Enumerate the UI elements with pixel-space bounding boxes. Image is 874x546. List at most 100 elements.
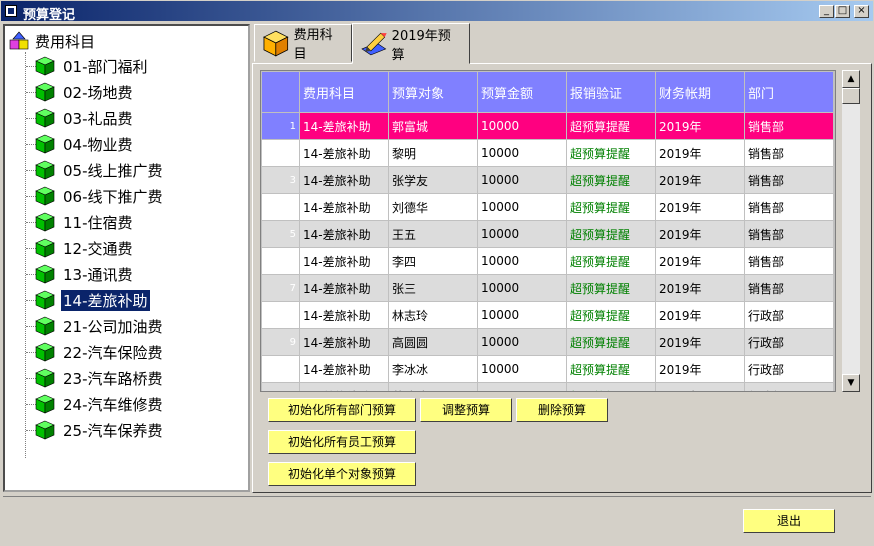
column-header[interactable]: 预算对象: [388, 71, 478, 113]
grid-vertical-scrollbar[interactable]: ▲ ▼: [842, 70, 860, 392]
table-cell[interactable]: 2019年: [655, 247, 745, 275]
row-number[interactable]: 10: [261, 355, 300, 383]
row-number[interactable]: 1: [261, 112, 300, 140]
table-cell[interactable]: 行政部: [744, 328, 834, 356]
table-cell[interactable]: 14-差旅补助: [299, 328, 389, 356]
table-cell[interactable]: 范冰冰: [388, 382, 478, 391]
tab-expense-category[interactable]: 费用科目: [254, 24, 352, 62]
table-cell[interactable]: 14-差旅补助: [299, 247, 389, 275]
table-cell[interactable]: 张三: [388, 274, 478, 302]
scroll-up-button[interactable]: ▲: [842, 70, 860, 88]
table-cell[interactable]: 2019年: [655, 220, 745, 248]
tree-item[interactable]: 01-部门福利: [35, 54, 150, 78]
table-cell[interactable]: 超预算提醒: [566, 382, 656, 391]
table-cell[interactable]: 张学友: [388, 166, 478, 194]
init-single-object-button[interactable]: 初始化单个对象预算: [268, 462, 416, 486]
table-cell[interactable]: 2019年: [655, 139, 745, 167]
table-cell[interactable]: 超预算提醒: [566, 301, 656, 329]
minimize-button[interactable]: _: [819, 5, 834, 18]
maximize-button[interactable]: □: [835, 5, 850, 18]
column-header[interactable]: 财务帐期: [655, 71, 745, 113]
table-cell[interactable]: 销售部: [744, 112, 834, 140]
table-cell[interactable]: 2019年: [655, 328, 745, 356]
row-number[interactable]: 5: [261, 220, 300, 248]
tree-item[interactable]: 03-礼品费: [35, 106, 135, 130]
table-cell[interactable]: 14-差旅补助: [299, 382, 389, 391]
table-cell[interactable]: 10000: [477, 220, 567, 248]
table-row[interactable]: 5 14-差旅补助 王五 10000 超预算提醒 2019年 销售部: [261, 220, 834, 248]
scroll-down-button[interactable]: ▼: [842, 374, 860, 392]
row-number[interactable]: 3: [261, 166, 300, 194]
tree-item[interactable]: 25-汽车保养费: [35, 418, 165, 442]
table-cell[interactable]: 郭富城: [388, 112, 478, 140]
table-row[interactable]: 10 14-差旅补助 李冰冰 10000 超预算提醒 2019年 行政部: [261, 355, 834, 383]
table-cell[interactable]: 14-差旅补助: [299, 220, 389, 248]
table-row[interactable]: 1 14-差旅补助 郭富城 10000 超预算提醒 2019年 销售部: [261, 112, 834, 140]
row-number[interactable]: 4: [261, 193, 300, 221]
table-cell[interactable]: 黎明: [388, 139, 478, 167]
column-header[interactable]: 报销验证: [566, 71, 656, 113]
table-cell[interactable]: 14-差旅补助: [299, 274, 389, 302]
row-number[interactable]: 2: [261, 139, 300, 167]
table-cell[interactable]: 超预算提醒: [566, 112, 656, 140]
column-header[interactable]: 部门: [744, 71, 834, 113]
table-cell[interactable]: 2019年: [655, 274, 745, 302]
table-cell[interactable]: 10000: [477, 355, 567, 383]
expense-category-tree[interactable]: 费用科目 01-部门福利 02-场地费 03-礼品费 04-物业费 05-线上推广费 06…: [3, 24, 250, 492]
table-cell[interactable]: 销售部: [744, 139, 834, 167]
tree-item[interactable]: 14-差旅补助: [35, 288, 151, 312]
table-cell[interactable]: 10000: [477, 301, 567, 329]
tree-item[interactable]: 04-物业费: [35, 132, 135, 156]
table-cell[interactable]: 超预算提醒: [566, 355, 656, 383]
adjust-budget-button[interactable]: 调整预算: [420, 398, 512, 422]
init-all-departments-button[interactable]: 初始化所有部门预算: [268, 398, 416, 422]
exit-button[interactable]: 退出: [743, 509, 835, 533]
table-cell[interactable]: 李冰冰: [388, 355, 478, 383]
tree-item[interactable]: 21-公司加油费: [35, 314, 165, 338]
row-number[interactable]: 8: [261, 301, 300, 329]
table-cell[interactable]: 李四: [388, 247, 478, 275]
row-number[interactable]: 6: [261, 247, 300, 275]
table-cell[interactable]: 10000: [477, 274, 567, 302]
table-cell[interactable]: 14-差旅补助: [299, 139, 389, 167]
table-cell[interactable]: 销售部: [744, 166, 834, 194]
table-cell[interactable]: 刘德华: [388, 193, 478, 221]
table-cell[interactable]: 14-差旅补助: [299, 355, 389, 383]
tree-item[interactable]: 02-场地费: [35, 80, 135, 104]
table-cell[interactable]: 超预算提醒: [566, 274, 656, 302]
table-cell[interactable]: 销售部: [744, 247, 834, 275]
table-cell[interactable]: 10000: [477, 382, 567, 391]
table-cell[interactable]: 林志玲: [388, 301, 478, 329]
tree-item[interactable]: 24-汽车维修费: [35, 392, 165, 416]
close-button[interactable]: ×: [854, 5, 869, 18]
table-cell[interactable]: 14-差旅补助: [299, 301, 389, 329]
tree-item[interactable]: 13-通讯费: [35, 262, 135, 286]
tree-root[interactable]: 费用科目: [9, 30, 95, 52]
column-header[interactable]: 预算金额: [477, 71, 567, 113]
table-cell[interactable]: 2019年: [655, 112, 745, 140]
table-cell[interactable]: 超预算提醒: [566, 193, 656, 221]
tree-item[interactable]: 22-汽车保险费: [35, 340, 165, 364]
table-row[interactable]: 6 14-差旅补助 李四 10000 超预算提醒 2019年 销售部: [261, 247, 834, 275]
table-cell[interactable]: 超预算提醒: [566, 328, 656, 356]
table-cell[interactable]: 超预算提醒: [566, 139, 656, 167]
table-row[interactable]: 7 14-差旅补助 张三 10000 超预算提醒 2019年 销售部: [261, 274, 834, 302]
table-cell[interactable]: 2019年: [655, 301, 745, 329]
tree-item[interactable]: 06-线下推广费: [35, 184, 165, 208]
table-cell[interactable]: 14-差旅补助: [299, 112, 389, 140]
table-cell[interactable]: 10000: [477, 193, 567, 221]
tree-item[interactable]: 11-住宿费: [35, 210, 135, 234]
row-number[interactable]: 9: [261, 328, 300, 356]
table-row[interactable]: 4 14-差旅补助 刘德华 10000 超预算提醒 2019年 销售部: [261, 193, 834, 221]
table-cell[interactable]: 行政部: [744, 301, 834, 329]
table-cell[interactable]: 高圆圆: [388, 328, 478, 356]
table-cell[interactable]: 10000: [477, 112, 567, 140]
table-cell[interactable]: 10000: [477, 328, 567, 356]
table-cell[interactable]: 超预算提醒: [566, 166, 656, 194]
table-cell[interactable]: 2019年: [655, 193, 745, 221]
table-cell[interactable]: 行政部: [744, 355, 834, 383]
budget-grid[interactable]: 费用科目 预算对象 预算金额 报销验证 财务帐期 部门 1 14-差旅补助 郭富城 1…: [260, 70, 836, 392]
table-row[interactable]: 1114-差旅补助范冰冰10000超预算提醒2019年行政部: [261, 382, 834, 391]
table-row[interactable]: 2 14-差旅补助 黎明 10000 超预算提醒 2019年 销售部: [261, 139, 834, 167]
init-all-staff-button[interactable]: 初始化所有员工预算: [268, 430, 416, 454]
